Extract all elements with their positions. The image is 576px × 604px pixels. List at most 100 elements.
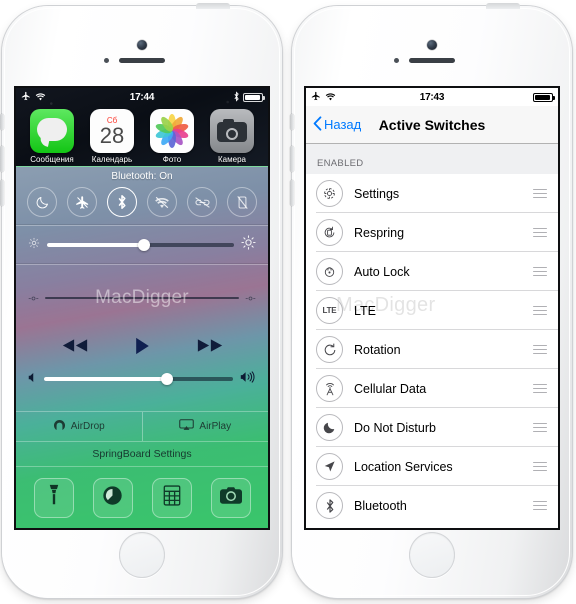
volume-slider[interactable] (44, 372, 233, 385)
location-arrow-icon (316, 453, 343, 480)
reorder-handle[interactable] (533, 461, 547, 472)
iphone-left-device: 17:44 Сообщения Сб 28 Календарь Фото Кам… (0, 3, 282, 598)
list-item[interactable]: Auto Lock (306, 252, 558, 291)
messages-icon (30, 109, 74, 153)
cellular-tower-icon (316, 375, 343, 402)
list-item[interactable]: Rotation (306, 330, 558, 369)
rotation-lock-toggle[interactable] (227, 187, 257, 217)
list-item[interactable]: Location Services (306, 447, 558, 486)
front-camera-icon (137, 40, 147, 50)
list-item[interactable]: LTE LTE (306, 291, 558, 330)
do-not-disturb-toggle[interactable] (27, 187, 57, 217)
left-status-time: 17:44 (129, 91, 155, 103)
springboard-settings-button[interactable]: SpringBoard Settings (16, 441, 268, 466)
airdrop-airplay-row: AirDrop AirPlay (16, 411, 268, 441)
left-screen: 17:44 Сообщения Сб 28 Календарь Фото Кам… (16, 88, 268, 528)
proximity-sensor-icon (394, 58, 399, 63)
airplay-icon (179, 419, 195, 434)
timer-shortcut[interactable] (92, 477, 133, 518)
control-center-screen: 17:44 Сообщения Сб 28 Календарь Фото Кам… (16, 88, 268, 528)
mute-switch[interactable] (290, 114, 294, 130)
reorder-handle[interactable] (533, 383, 547, 394)
list-item-label: Respring (354, 225, 405, 240)
app-label: Сообщения (30, 155, 74, 164)
reorder-handle[interactable] (533, 422, 547, 433)
iphone-right-device: 17:43 Назад Active Switches ENABLED MacD… (290, 3, 572, 598)
list-item[interactable]: Cellular Data (306, 369, 558, 408)
play-icon[interactable] (135, 337, 150, 360)
proximity-sensor-icon (104, 58, 109, 63)
flashlight-icon (48, 484, 60, 511)
brightness-slider[interactable] (47, 239, 234, 251)
reorder-handle[interactable] (533, 344, 547, 355)
reorder-handle[interactable] (533, 227, 547, 238)
reorder-handle[interactable] (533, 266, 547, 277)
list-item-label: Do Not Disturb (354, 420, 436, 435)
fast-forward-icon[interactable] (197, 338, 223, 358)
volume-up-button[interactable] (0, 146, 4, 172)
app-camera[interactable]: Камера (208, 109, 256, 164)
cellular-toggle[interactable] (187, 187, 217, 217)
bluetooth-toggle[interactable] (107, 187, 137, 217)
battery-icon (243, 92, 265, 102)
earpiece-speaker-icon (119, 58, 165, 63)
volume-up-button[interactable] (290, 146, 294, 172)
back-button-label: Назад (324, 117, 362, 132)
reorder-handle[interactable] (533, 305, 547, 316)
right-status-time: 17:43 (419, 91, 445, 103)
bluetooth-status-label: Bluetooth: On (111, 171, 173, 182)
app-label: Фото (162, 155, 182, 164)
airdrop-button[interactable]: AirDrop (16, 412, 143, 441)
control-center-panel: Bluetooth: On MacDigger AirDrop AirPlay … (16, 166, 268, 528)
volume-control (28, 370, 256, 388)
brightness-low-icon (28, 236, 40, 254)
home-button[interactable] (409, 532, 455, 578)
volume-down-button[interactable] (290, 180, 294, 206)
camera-icon (219, 486, 242, 509)
back-button[interactable]: Назад (313, 115, 362, 134)
list-item[interactable]: Respring (306, 213, 558, 252)
reorder-handle[interactable] (533, 188, 547, 199)
reorder-handle[interactable] (533, 500, 547, 511)
app-messages[interactable]: Сообщения (28, 109, 76, 164)
app-photos[interactable]: Фото (148, 109, 196, 164)
airplay-button[interactable]: AirPlay (143, 412, 269, 441)
link-slashed-icon (194, 196, 211, 209)
springboard-settings-label: SpringBoard Settings (92, 448, 192, 460)
screenshot-stage: 17:44 Сообщения Сб 28 Календарь Фото Кам… (0, 0, 576, 604)
volume-down-button[interactable] (0, 180, 4, 206)
camera-shortcut[interactable] (210, 477, 251, 518)
airplay-label: AirPlay (199, 421, 232, 432)
chevron-left-icon (313, 115, 322, 134)
right-screen: 17:43 Назад Active Switches ENABLED MacD… (306, 88, 558, 528)
power-button[interactable] (486, 3, 520, 9)
right-status-bar: 17:43 (306, 88, 558, 106)
moon-icon (35, 195, 50, 210)
active-switches-screen: 17:43 Назад Active Switches ENABLED MacD… (306, 88, 558, 528)
airplane-mode-toggle[interactable] (67, 187, 97, 217)
airplane-slashed-icon (75, 195, 90, 210)
app-calendar[interactable]: Сб 28 Календарь (88, 109, 136, 164)
timer-icon (102, 485, 123, 511)
flashlight-shortcut[interactable] (33, 477, 74, 518)
wifi-slashed-icon (154, 196, 170, 209)
section-header: ENABLED (306, 144, 558, 174)
power-button[interactable] (196, 3, 230, 9)
list-item-label: Auto Lock (354, 264, 410, 279)
calendar-icon: Сб 28 (90, 109, 134, 153)
rotation-lock-slashed-icon (236, 195, 249, 210)
switch-list: MacDigger Settings Respring Auto Lock LT… (306, 174, 558, 528)
list-item-label: Bluetooth (354, 498, 407, 513)
shortcut-row (16, 466, 268, 528)
control-center-toggle-row (16, 185, 268, 225)
home-button[interactable] (119, 532, 165, 578)
mute-switch[interactable] (0, 114, 4, 130)
rewind-icon[interactable] (62, 338, 88, 358)
bluetooth-icon (117, 194, 127, 210)
wifi-toggle[interactable] (147, 187, 177, 217)
list-item[interactable]: Bluetooth (306, 486, 558, 525)
list-item[interactable]: Do Not Disturb (306, 408, 558, 447)
list-item[interactable]: Settings (306, 174, 558, 213)
calculator-icon (163, 484, 181, 511)
calculator-shortcut[interactable] (151, 477, 192, 518)
